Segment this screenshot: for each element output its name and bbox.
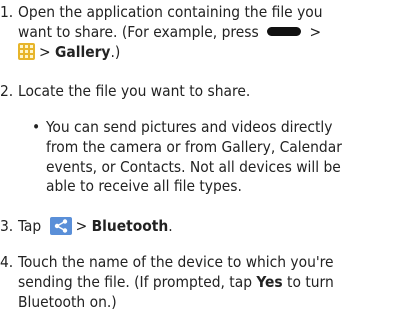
step-2-text: Locate the file you want to share. [18, 82, 251, 100]
step-1-line-2-text: want to share. (For example, press [18, 22, 259, 41]
step-3: 3. Tap > Bluetooth. [0, 217, 400, 237]
instruction-page: 1. Open the application containing the f… [0, 0, 406, 319]
step-4-text: Touch the name of the device to which yo… [18, 253, 400, 312]
step-1-gt-2: > [39, 42, 55, 61]
step-4-line-2: sending the file. (If prompted, tap Yes … [18, 273, 400, 293]
step-4-line-1: Touch the name of the device to which yo… [18, 253, 334, 271]
share-icon [49, 217, 72, 235]
apps-icon [18, 42, 35, 60]
step-1-line-3: > Gallery.) [18, 42, 400, 63]
step-1: 1. Open the application containing the f… [0, 3, 400, 62]
step-1-line-1: Open the application containing the file… [18, 3, 323, 21]
bluetooth-label: Bluetooth [91, 217, 169, 235]
step-number: 2. [0, 82, 14, 100]
step-4-line-3: Bluetooth on.) [18, 292, 117, 311]
bullet-dot: • [32, 118, 41, 136]
gallery-label: Gallery [55, 42, 111, 61]
step-4-line-2-text: sending the file. (If prompted, tap [18, 272, 257, 291]
step-text: Open the application containing the file… [18, 3, 400, 62]
bullet-line-3: events, or Contacts. Not all devices wil… [46, 157, 341, 176]
step-1-gt: > [309, 22, 322, 41]
step-3-tap: Tap [18, 217, 42, 235]
step-4-line-2-end: to turn [282, 272, 334, 291]
step-4: 4. Touch the name of the device to which… [0, 253, 400, 312]
bullet-line-1: You can send pictures and videos directl… [46, 118, 333, 136]
step-3-gt: > [75, 217, 92, 235]
step-3-end: . [168, 217, 173, 235]
step-2: 2. Locate the file you want to share. [0, 82, 400, 102]
step-1-end: .) [110, 42, 121, 61]
menu-key-icon [267, 26, 302, 36]
bullet-line-2: from the camera or from Gallery, Calenda… [46, 137, 342, 156]
yes-label: Yes [256, 272, 283, 291]
bullet-note: • You can send pictures and videos direc… [32, 118, 400, 197]
step-number: 3. [0, 217, 14, 235]
step-number: 4. [0, 253, 14, 271]
step-number: 1. [0, 3, 14, 21]
step-3-text: Tap > Bluetooth. [18, 217, 400, 237]
bullet-line-4: able to receive all file types. [46, 177, 242, 196]
step-1-line-2: want to share. (For example, press > [18, 23, 400, 43]
bullet-text: You can send pictures and videos directl… [46, 118, 400, 197]
